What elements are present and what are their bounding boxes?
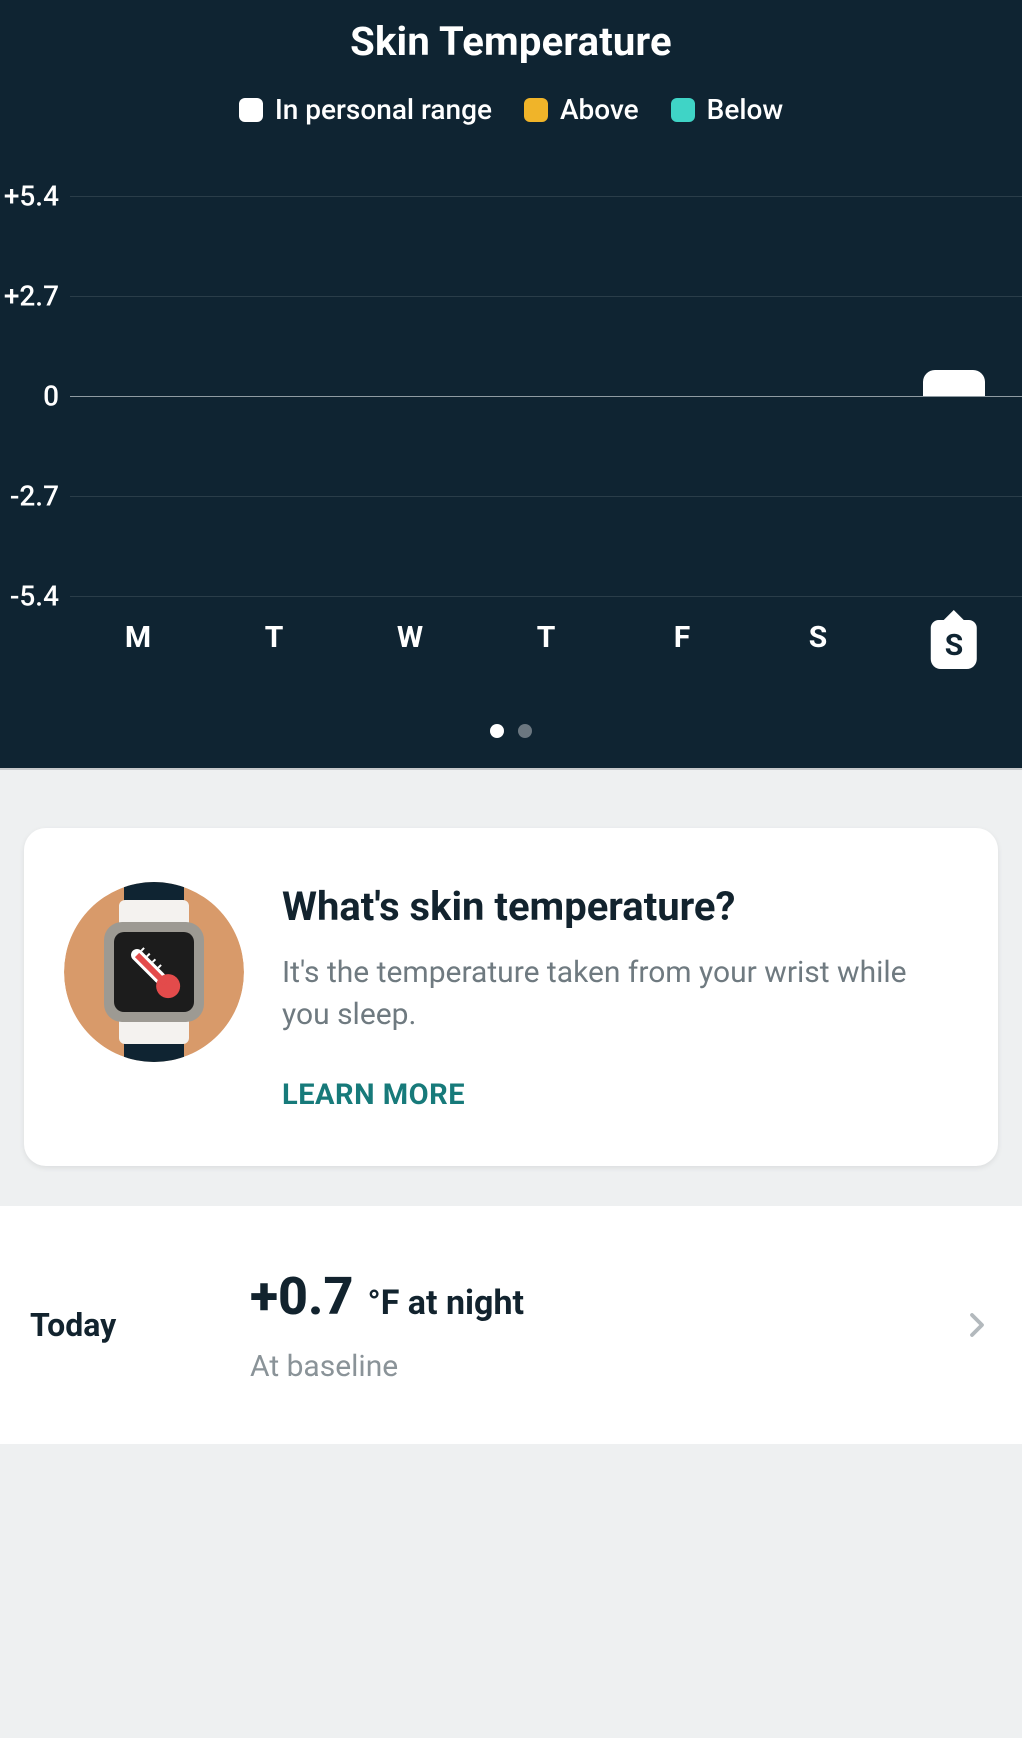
chart-y-axis: +5.4 +2.7 0 -2.7 -5.4 — [0, 196, 65, 596]
legend-swatch-below — [671, 98, 695, 122]
info-card: What's skin temperature? It's the temper… — [24, 828, 998, 1166]
y-tick: +2.7 — [4, 280, 59, 313]
chart-bars — [70, 196, 1022, 596]
y-tick: +5.4 — [4, 180, 59, 213]
info-card-description: It's the temperature taken from your wri… — [282, 952, 958, 1036]
chart-bar[interactable] — [923, 370, 985, 396]
today-value-suffix: °F at night — [367, 1283, 524, 1323]
x-tick[interactable]: S — [931, 620, 977, 669]
today-subtext: At baseline — [250, 1349, 962, 1384]
legend-label-below: Below — [707, 93, 783, 126]
x-tick[interactable]: T — [265, 620, 284, 655]
today-row[interactable]: Today +0.7 °F at night At baseline — [0, 1206, 1022, 1444]
skin-temp-chart-panel: Skin Temperature In personal range Above… — [0, 0, 1022, 768]
bar-slot[interactable] — [239, 196, 309, 596]
x-tick[interactable]: W — [397, 620, 423, 655]
chevron-right-icon — [962, 1310, 992, 1340]
y-tick: -2.7 — [10, 480, 59, 513]
legend-in-range: In personal range — [239, 93, 492, 126]
legend-above: Above — [524, 93, 639, 126]
section-divider — [0, 768, 1022, 788]
bar-slot[interactable] — [647, 196, 717, 596]
chart-title: Skin Temperature — [0, 18, 1022, 65]
legend-swatch-in-range — [239, 98, 263, 122]
legend-label-in-range: In personal range — [275, 93, 492, 126]
legend-label-above: Above — [560, 93, 639, 126]
chart-pager[interactable] — [0, 724, 1022, 738]
today-value: +0.7 — [250, 1266, 353, 1327]
info-card-title: What's skin temperature? — [282, 882, 958, 932]
chart-legend: In personal range Above Below — [0, 93, 1022, 126]
y-tick: -5.4 — [10, 580, 59, 613]
pager-dot-0[interactable] — [490, 724, 504, 738]
today-label: Today — [30, 1306, 250, 1344]
legend-below: Below — [671, 93, 783, 126]
bar-slot[interactable] — [511, 196, 581, 596]
x-tick[interactable]: T — [537, 620, 556, 655]
x-tick[interactable]: F — [674, 620, 690, 655]
x-tick[interactable]: S — [809, 620, 827, 655]
bar-slot[interactable] — [919, 196, 989, 596]
bar-slot[interactable] — [783, 196, 853, 596]
pager-dot-1[interactable] — [518, 724, 532, 738]
chart-area[interactable]: +5.4 +2.7 0 -2.7 -5.4 — [0, 196, 1022, 596]
chart-x-axis: MTWTFSS — [70, 620, 1022, 680]
y-tick: 0 — [43, 380, 59, 413]
bar-slot[interactable] — [375, 196, 445, 596]
x-tick[interactable]: M — [125, 620, 151, 655]
learn-more-link[interactable]: LEARN MORE — [282, 1078, 958, 1112]
bar-slot[interactable] — [103, 196, 173, 596]
legend-swatch-above — [524, 98, 548, 122]
watch-thermometer-icon — [64, 882, 244, 1062]
